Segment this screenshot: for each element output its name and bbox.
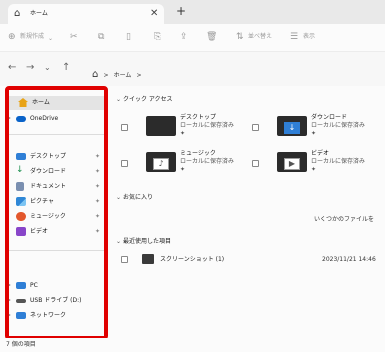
section-title: クイック アクセス — [122, 96, 173, 103]
recent-file-date: 2023/11/21 14:46 — [322, 256, 376, 263]
delete-icon[interactable]: 🗑 — [206, 31, 217, 43]
forward-button[interactable]: → — [26, 62, 34, 74]
pin-icon: ✦ — [311, 130, 317, 137]
folder-name: ミュージック — [180, 150, 216, 157]
section-title: お気に入り — [122, 194, 153, 201]
item-checkbox[interactable] — [121, 124, 128, 131]
section-title: 最近使用した項目 — [122, 238, 171, 245]
chevron-down-icon: ⌄ — [116, 96, 122, 103]
path-separator: > — [103, 72, 109, 79]
section-favorites[interactable]: ⌄ お気に入り — [116, 194, 153, 202]
folder-icon — [146, 114, 176, 138]
folder-downloads[interactable]: ダウンロード ローカルに保存済み ✦ — [311, 114, 365, 138]
home-icon: ⌂ — [92, 69, 99, 80]
pin-icon: ✦ — [311, 166, 317, 173]
navigation-bar: ← → ⌄ ↑ ⌂ > ホーム > — [0, 52, 385, 86]
path-separator: > — [136, 72, 142, 79]
close-icon[interactable]: ✕ — [150, 8, 158, 20]
cut-icon[interactable]: ✂ — [70, 31, 78, 43]
item-checkbox[interactable] — [252, 160, 259, 167]
folder-status: ローカルに保存済み — [180, 122, 235, 129]
folder-icon: ↓ — [277, 114, 307, 138]
explorer-window: { "window": {"title": "ホーム"}, "tabs": {"… — [0, 0, 385, 352]
new-icon[interactable]: ⊕ — [8, 31, 16, 43]
folder-name: ビデオ — [311, 150, 330, 157]
folder-name: デスクトップ — [180, 114, 217, 121]
section-recent[interactable]: ⌄ 最近使用した項目 — [116, 238, 171, 246]
folder-videos[interactable]: ビデオ ローカルに保存済み ✦ — [311, 150, 365, 174]
view-icon[interactable]: ☰ — [290, 31, 298, 43]
favorites-empty-text: いくつかのファイルを — [314, 216, 375, 223]
new-button[interactable]: 新規作成 — [20, 33, 44, 41]
sort-button[interactable]: 並べ替え — [248, 33, 272, 41]
folder-status: ローカルに保存済み — [311, 122, 366, 129]
folder-music[interactable]: ミュージック ローカルに保存済み ✦ — [180, 150, 234, 174]
highlight-box — [5, 86, 108, 340]
chevron-down-icon: ⌄ — [116, 194, 122, 201]
copy-icon[interactable]: ⧉ — [98, 31, 104, 43]
folder-desktop[interactable]: デスクトップ ローカルに保存済み ✦ — [180, 114, 234, 138]
item-checkbox[interactable] — [121, 256, 128, 263]
folder-icon: ▶ — [277, 150, 307, 174]
status-bar: 7 個の項目 — [0, 338, 385, 352]
breadcrumb[interactable]: ホーム — [114, 72, 132, 79]
tab-bar: ⌂ ホーム ✕ + — [0, 0, 385, 24]
item-checkbox[interactable] — [252, 124, 259, 131]
pin-icon: ✦ — [180, 130, 186, 137]
back-button[interactable]: ← — [8, 62, 16, 74]
folder-icon: ♪ — [146, 150, 176, 174]
chevron-down-icon: ⌄ — [116, 238, 122, 245]
pin-icon: ✦ — [180, 166, 186, 173]
tab-title: ホーム — [30, 10, 48, 17]
folder-status: ローカルに保存済み — [311, 158, 366, 165]
new-tab-button[interactable]: + — [176, 4, 186, 18]
folder-status: ローカルに保存済み — [180, 158, 235, 165]
command-bar: ⊕ 新規作成 ⌄ ✂ ⧉ ▯ ⎘ ⇪ 🗑 ⇅ 並べ替え ☰ 表示 — [0, 24, 385, 52]
up-button[interactable]: ↑ — [62, 62, 70, 74]
rename-icon[interactable]: ⎘ — [154, 31, 161, 43]
recent-locations-button[interactable]: ⌄ — [44, 62, 51, 74]
content-pane: ⌄ クイック アクセス デスクトップ ローカルに保存済み ✦ ↓ ダウンロード … — [112, 86, 385, 338]
address-bar[interactable]: ⌂ > ホーム > — [92, 62, 142, 80]
section-quick-access[interactable]: ⌄ クイック アクセス — [116, 96, 173, 104]
item-checkbox[interactable] — [121, 160, 128, 167]
home-icon: ⌂ — [14, 8, 21, 19]
image-file-icon — [142, 254, 154, 264]
sort-icon[interactable]: ⇅ — [236, 31, 244, 43]
tab-home[interactable]: ⌂ ホーム ✕ — [8, 4, 164, 24]
folder-name: ダウンロード — [311, 114, 348, 121]
paste-icon[interactable]: ▯ — [126, 31, 131, 43]
share-icon[interactable]: ⇪ — [180, 31, 188, 43]
view-button[interactable]: 表示 — [303, 33, 315, 41]
chevron-down-icon[interactable]: ⌄ — [48, 33, 53, 45]
item-count: 7 個の項目 — [6, 341, 36, 348]
recent-file-name[interactable]: スクリーンショット (1) — [160, 256, 224, 264]
